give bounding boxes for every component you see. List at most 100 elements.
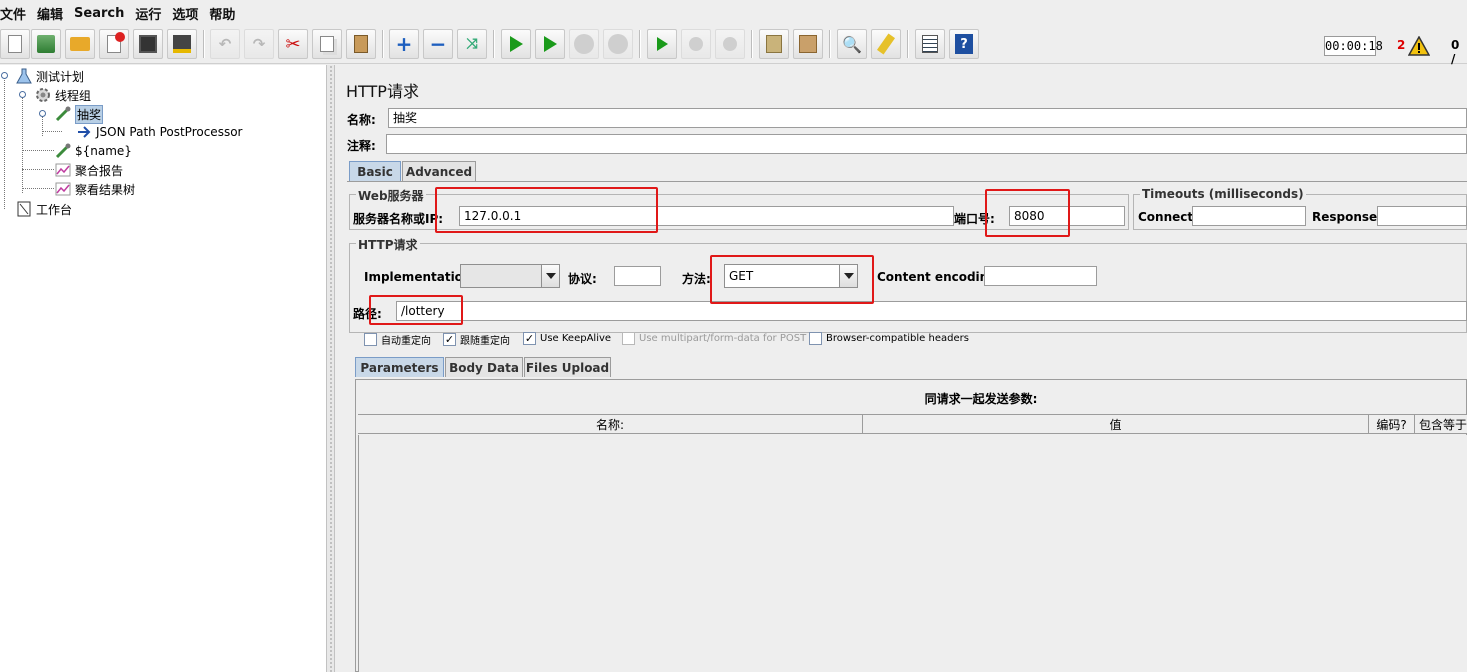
active-threads: 0 / (1451, 38, 1460, 66)
remote-start-button[interactable] (647, 29, 677, 59)
copy-button[interactable] (312, 29, 342, 59)
protocol-input[interactable] (614, 266, 661, 286)
help-button[interactable]: ? (949, 29, 979, 59)
redo-icon: ↷ (252, 35, 266, 53)
tree-label: 聚合报告 (75, 163, 124, 178)
follow-redirects-checkbox[interactable]: ✓ 跟随重定向 (443, 332, 510, 347)
save-as-button[interactable] (167, 29, 197, 59)
menu-file[interactable]: 文件 (0, 4, 31, 23)
help-icon: ? (955, 34, 973, 54)
undo-icon: ↶ (218, 35, 232, 53)
remote-shutdown-icon (723, 37, 737, 51)
redo-button[interactable]: ↷ (244, 29, 274, 59)
search-button[interactable]: 🔍 (837, 29, 867, 59)
tab-parameters[interactable]: Parameters (355, 357, 444, 377)
content-encoding-input[interactable] (984, 266, 1097, 286)
response-timeout-input[interactable] (1377, 206, 1467, 226)
new-button[interactable] (0, 29, 30, 59)
test-plan-tree: 测试计划 线程组 抽奖 JSON Path PostProcessor ${na… (0, 65, 326, 672)
tree-node-results-tree[interactable]: 察看结果树 (55, 180, 135, 198)
column-encode[interactable]: 编码? (1369, 415, 1415, 433)
clear-all-button[interactable] (793, 29, 823, 59)
remote-stop-button[interactable] (681, 29, 711, 59)
check-icon: ✓ (443, 333, 456, 346)
tree-label: 线程组 (55, 88, 92, 103)
clear-button[interactable] (759, 29, 789, 59)
shutdown-icon (608, 34, 628, 54)
remote-start-icon (656, 37, 668, 51)
menu-search[interactable]: Search (74, 6, 129, 21)
tree-node-sampler[interactable]: 抽奖 (55, 104, 104, 124)
params-table-header: 名称: 值 编码? 包含等于? (358, 414, 1467, 434)
parameters-panel: 同请求一起发送参数: 名称: 值 编码? 包含等于? (355, 379, 1467, 672)
remote-stop-icon (689, 37, 703, 51)
remote-shutdown-button[interactable] (715, 29, 745, 59)
start-icon (509, 36, 523, 52)
tree-node-aggregate-report[interactable]: 聚合报告 (55, 161, 123, 179)
templates-button[interactable] (31, 29, 61, 59)
chart-icon (55, 162, 71, 178)
stop-button[interactable] (569, 29, 599, 59)
page-title: HTTP请求 (346, 82, 419, 101)
multipart-checkbox[interactable]: Use multipart/form-data for POST (622, 332, 806, 345)
http-request-title: HTTP请求 (356, 236, 420, 253)
tree-node-variable[interactable]: ${name} (55, 142, 132, 160)
split-pane-divider[interactable] (326, 65, 335, 672)
tab-body-data[interactable]: Body Data (445, 357, 523, 377)
tree-label: 察看结果树 (75, 182, 136, 197)
shutdown-button[interactable] (603, 29, 633, 59)
tree-node-test-plan[interactable]: 测试计划 (16, 67, 84, 85)
column-include-equals[interactable]: 包含等于? (1415, 415, 1467, 433)
clear-icon (766, 35, 782, 53)
tree-label: 工作台 (36, 202, 73, 217)
chevron-down-icon (541, 265, 559, 287)
chart-icon (55, 181, 71, 197)
auto-redirect-checkbox[interactable]: 自动重定向 (364, 332, 431, 347)
connect-label: Connect: (1138, 210, 1198, 224)
menu-edit[interactable]: 编辑 (37, 4, 68, 23)
function-helper-button[interactable] (915, 29, 945, 59)
elapsed-timer: 00:00:18 (1324, 36, 1383, 56)
tree-node-workbench[interactable]: 工作台 (16, 200, 72, 218)
checkbox-label: Use KeepAlive (540, 333, 612, 344)
keepalive-checkbox[interactable]: ✓ Use KeepAlive (523, 332, 611, 345)
column-value[interactable]: 值 (863, 415, 1369, 433)
toggle-button[interactable]: ⤨ (457, 29, 487, 59)
workbench-icon (16, 201, 32, 217)
menu-run[interactable]: 运行 (135, 4, 166, 23)
tree-node-postprocessor[interactable]: JSON Path PostProcessor (76, 123, 242, 141)
warning-icon[interactable] (1407, 35, 1431, 56)
start-button[interactable] (501, 29, 531, 59)
tree-label: 抽奖 (75, 104, 104, 124)
undo-button[interactable]: ↶ (210, 29, 240, 59)
collapse-button[interactable]: − (423, 29, 453, 59)
params-table-body[interactable] (358, 435, 1467, 672)
menu-help[interactable]: 帮助 (209, 4, 240, 23)
path-input[interactable]: /lottery (396, 301, 1467, 321)
checkbox-box (809, 332, 822, 345)
close-button[interactable] (99, 29, 129, 59)
save-button[interactable] (133, 29, 163, 59)
tree-node-thread-group[interactable]: 线程组 (35, 86, 91, 104)
implementation-select[interactable] (460, 264, 560, 288)
copy-icon (320, 36, 334, 52)
cut-button[interactable]: ✂ (278, 29, 308, 59)
name-field[interactable]: 抽奖 (388, 108, 1467, 128)
comment-field[interactable] (386, 134, 1467, 154)
tab-files-upload[interactable]: Files Upload (524, 357, 611, 377)
expand-button[interactable]: + (389, 29, 419, 59)
tab-advanced[interactable]: Advanced (402, 161, 476, 181)
start-no-pauses-button[interactable] (535, 29, 565, 59)
function-helper-icon (922, 35, 938, 53)
column-name[interactable]: 名称: (358, 415, 863, 433)
checkbox-label: Browser-compatible headers (826, 333, 969, 344)
paste-icon (354, 35, 368, 53)
browser-headers-checkbox[interactable]: Browser-compatible headers (809, 332, 969, 345)
open-button[interactable] (65, 29, 95, 59)
tab-basic[interactable]: Basic (349, 161, 401, 181)
reset-search-button[interactable] (871, 29, 901, 59)
menu-options[interactable]: 选项 (172, 4, 203, 23)
paste-button[interactable] (346, 29, 376, 59)
connect-timeout-input[interactable] (1192, 206, 1306, 226)
checkbox-label: Use multipart/form-data for POST (639, 333, 807, 344)
